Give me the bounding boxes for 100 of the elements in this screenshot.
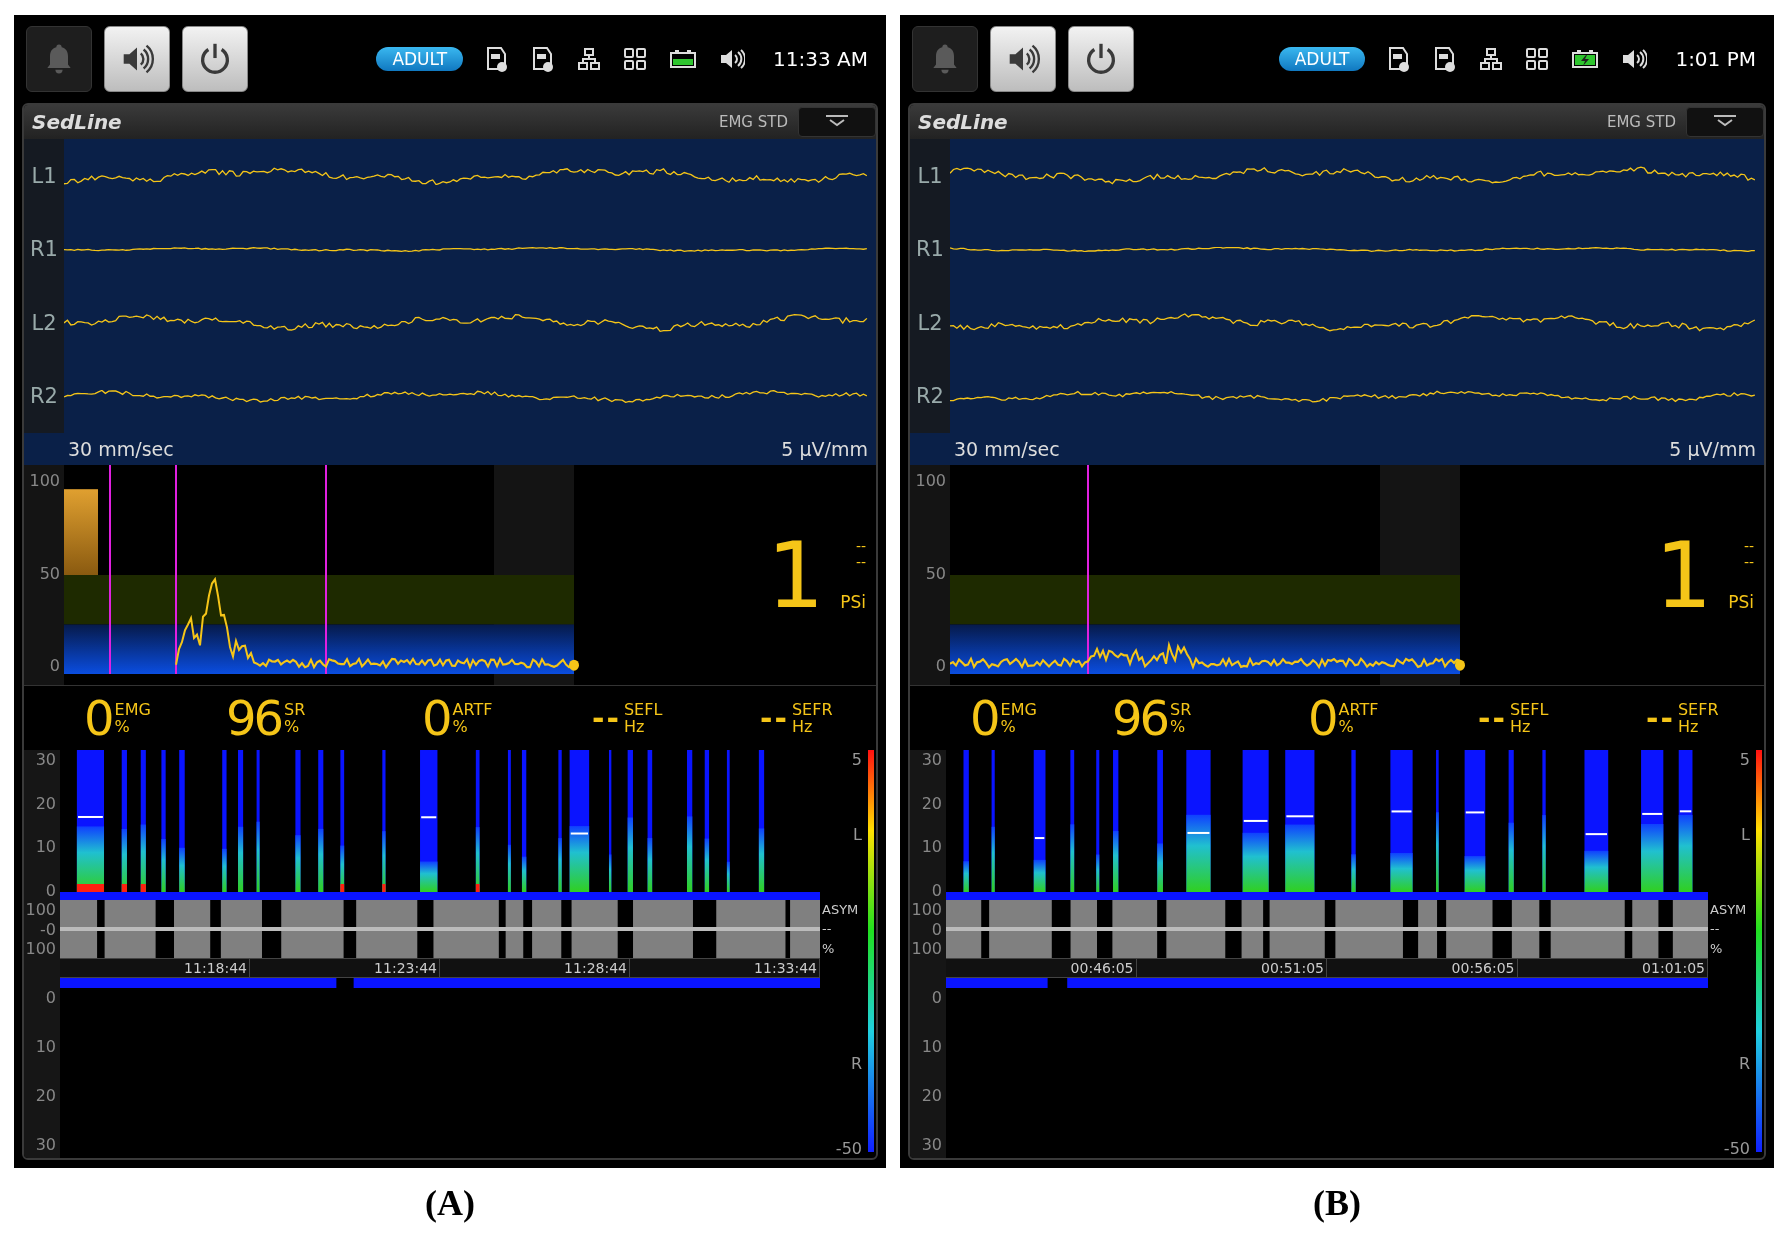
parameter-value: -- [1478,700,1507,736]
parameter-unit: Hz [1509,718,1532,735]
scale-max: 5 [851,750,862,769]
parameter-unit: Hz [791,718,814,735]
document-icon [1433,46,1458,72]
clock-time: 11:33 AM [773,47,868,71]
axis-tick: 10 [35,837,56,857]
parameter-unit: % [1000,718,1017,735]
parameter-name: EMG [1000,701,1037,718]
parameter-value: -- [592,700,621,736]
parameter-value: -- [1646,700,1675,736]
axis-tick: 0 [45,880,56,900]
module-title: SedLine [918,110,1008,134]
parameter-unit: % [114,718,131,735]
axis-tick: 20 [35,1086,56,1105]
time-label: 11:23:44 [250,959,440,977]
side-label: R [850,1054,862,1073]
audio-button[interactable] [990,26,1056,92]
channel-label: R1 [24,212,64,286]
psi-value: 1 [766,522,825,628]
time-label: 00:46:05 [946,959,1137,977]
mode-badge: ADULT [1278,47,1366,71]
document-icon [485,46,510,72]
upper-limit: -- [1743,538,1754,554]
lower-limit: -- [1743,554,1754,570]
channel-label: R2 [24,359,64,433]
mode-label: EMG STD [1606,113,1676,131]
dropdown-button[interactable] [1686,107,1764,137]
document-icon [1387,46,1412,72]
time-label: 01:01:05 [1517,959,1708,977]
power-button[interactable] [182,26,248,92]
module-title: SedLine [32,110,122,134]
side-label: L [1741,825,1750,844]
side-label: L [853,825,862,844]
clock-time: 1:01 PM [1675,47,1756,71]
time-label: 11:18:44 [60,959,250,977]
axis-tick: 30 [921,750,942,769]
parameter-unit: % [452,718,469,735]
axis-tick: 10 [921,1037,942,1056]
grid-icon [1525,47,1550,71]
dropdown-button[interactable] [798,107,876,137]
power-button[interactable] [1068,26,1134,92]
sweep-speed: 30 mm/sec [68,438,174,460]
grid-icon [623,47,648,71]
axis-tick: 100 [911,900,942,919]
parameter-unit: Hz [1677,718,1700,735]
channel-label: R1 [910,212,950,286]
time-label: 11:28:44 [440,959,630,977]
speaker-icon [719,47,746,71]
time-label: 00:51:05 [1136,959,1327,977]
parameter-name: ARTF [1338,701,1379,718]
asym-label: ASYM [1710,902,1747,918]
parameter-name: SR [284,701,306,718]
figure-caption: (B) [1312,1182,1362,1224]
parameter-unit: Hz [623,718,646,735]
sweep-speed: 30 mm/sec [954,438,1060,460]
scale-max: 5 [1739,750,1750,769]
parameter-name: SEFR [1677,701,1719,718]
asym-value: -- [1710,921,1720,937]
asym-value: -- [822,921,832,937]
scale-min: -50 [1723,1139,1750,1158]
axis-tick: 20 [921,1086,942,1105]
mode-label: EMG STD [718,113,788,131]
axis-tick: 50 [925,563,946,583]
axis-tick: 50 [39,563,60,583]
axis-tick: 100 [915,471,946,490]
parameter-name: SR [1170,701,1192,718]
axis-tick: 0 [931,988,942,1007]
parameter-unit: % [1170,718,1187,735]
parameter-name: SEFL [623,701,663,718]
time-label: 00:56:05 [1327,959,1518,977]
parameter-value: 0 [1308,690,1336,746]
axis-tick: 100 [911,939,942,958]
amplitude-scale: 5 μV/mm [1669,438,1756,460]
parameter-value: 0 [422,690,450,746]
network-icon [577,47,602,71]
upper-limit: -- [855,538,866,554]
parameter-name: EMG [114,701,151,718]
axis-tick: 100 [29,471,60,490]
channel-label: L1 [910,139,950,213]
axis-tick: 0 [49,656,60,675]
parameter-value: 96 [1112,690,1168,746]
document-icon [531,46,556,72]
asym-unit: % [822,940,835,956]
axis-tick: 0 [45,988,56,1007]
lower-limit: -- [855,554,866,570]
axis-tick: 100 [25,900,56,919]
channel-label: L2 [24,286,64,360]
axis-tick: 100 [25,939,56,958]
figure-caption: (A) [424,1182,476,1224]
parameter-value: 96 [226,690,282,746]
psi-label: PSi [840,592,866,612]
channel-label: R2 [910,359,950,433]
parameter-name: SEFR [791,701,833,718]
parameter-name: ARTF [452,701,493,718]
axis-tick: 0 [931,880,942,900]
parameter-name: SEFL [1509,701,1549,718]
audio-button[interactable] [104,26,170,92]
axis-tick: 30 [921,1135,942,1154]
mode-badge: ADULT [376,47,464,71]
